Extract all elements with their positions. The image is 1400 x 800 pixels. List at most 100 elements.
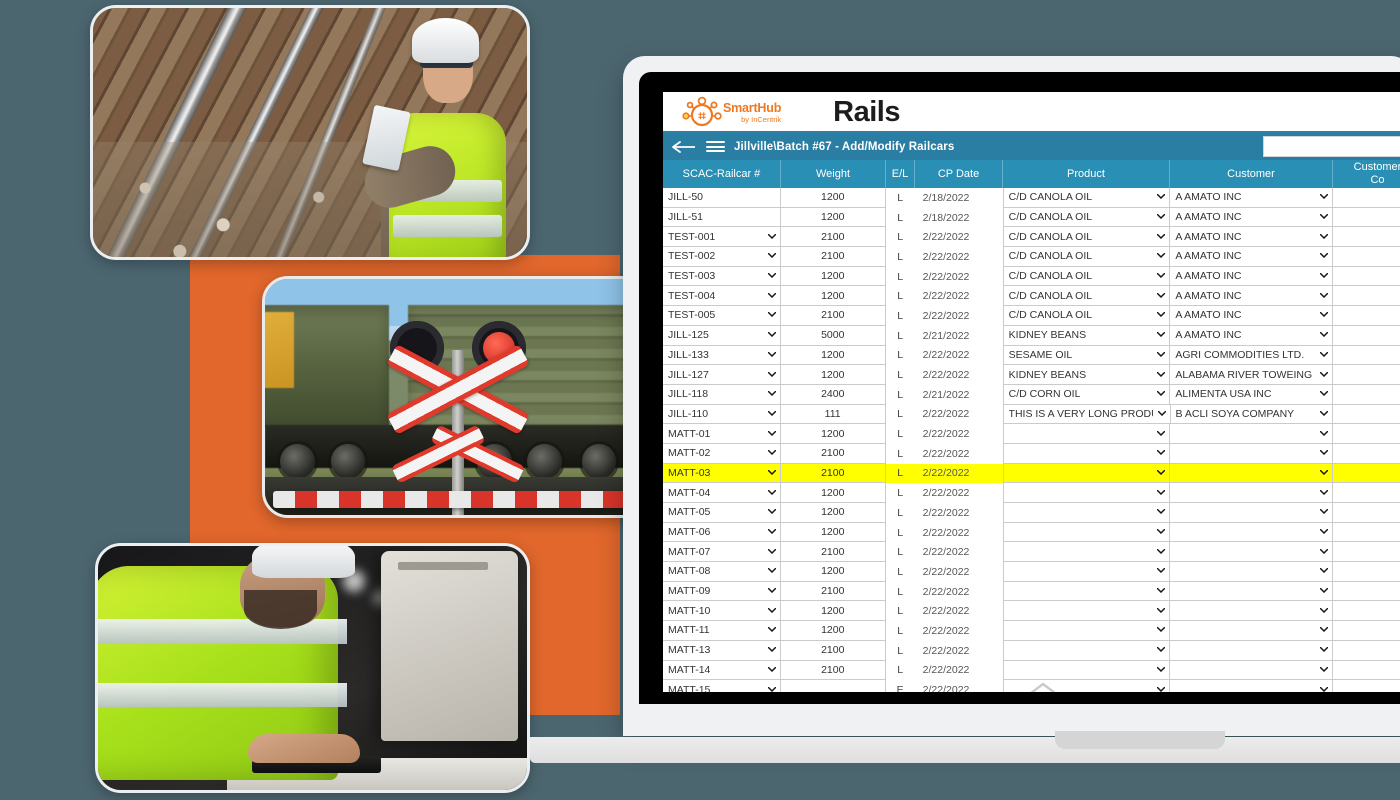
- cell-cp-date[interactable]: 2/22/2022: [915, 586, 1003, 598]
- table-row[interactable]: TEST-004 1200 L 2/22/2022 C/D CANOLA OIL A AM…: [663, 286, 1400, 307]
- cell-customer-contract[interactable]: [1333, 207, 1400, 228]
- cell-cp-date[interactable]: 2/22/2022: [914, 467, 1003, 480]
- cell-weight[interactable]: 1200: [780, 365, 886, 385]
- column-header-product[interactable]: Product: [1003, 160, 1170, 188]
- cell-weight[interactable]: 2100: [780, 443, 886, 464]
- table-row[interactable]: MATT-08 1200 L 2/22/2022: [663, 562, 1400, 582]
- cell-product[interactable]: C/D CANOLA OIL: [1003, 266, 1171, 287]
- cell-el-cpdate-group[interactable]: L 2/22/2022: [885, 404, 1004, 425]
- cell-product[interactable]: C/D CANOLA OIL: [1003, 247, 1171, 267]
- cell-el-cpdate-group[interactable]: L 2/21/2022: [885, 384, 1004, 405]
- cell-cp-date[interactable]: 2/22/2022: [915, 546, 1003, 558]
- cell-cp-date[interactable]: 2/22/2022: [915, 231, 1003, 243]
- cell-cp-date[interactable]: 2/22/2022: [915, 271, 1003, 283]
- cell-el-cpdate-group[interactable]: L 2/22/2022: [885, 227, 1004, 248]
- cell-weight[interactable]: 1200: [780, 188, 886, 208]
- cell-el[interactable]: L: [886, 212, 915, 224]
- cell-el[interactable]: L: [886, 389, 915, 401]
- cell-el[interactable]: L: [886, 310, 915, 322]
- table-row[interactable]: MATT-13 2100 L 2/22/2022: [663, 640, 1400, 661]
- cell-weight[interactable]: 5000: [780, 325, 886, 346]
- cell-el[interactable]: L: [886, 527, 915, 539]
- table-row[interactable]: MATT-11 1200 L 2/22/2022: [663, 621, 1400, 641]
- cell-customer-contract[interactable]: [1333, 266, 1400, 287]
- cell-customer-contract[interactable]: [1333, 424, 1400, 444]
- cell-el-cpdate-group[interactable]: L 2/22/2022: [885, 266, 1004, 287]
- cell-scac-railcar[interactable]: MATT-07: [663, 542, 781, 563]
- table-row[interactable]: JILL-127 1200 L 2/22/2022 KIDNEY BEANS ALABAM…: [663, 365, 1400, 385]
- cell-customer[interactable]: [1170, 660, 1334, 681]
- cell-weight[interactable]: 2100: [780, 247, 886, 267]
- cell-product[interactable]: [1003, 483, 1171, 503]
- column-header-customer-contract[interactable]: Customer Co: [1333, 160, 1400, 188]
- cell-cp-date[interactable]: 2/18/2022: [915, 192, 1003, 204]
- cell-scac-railcar[interactable]: JILL-110: [663, 404, 781, 425]
- cell-cp-date[interactable]: 2/22/2022: [915, 310, 1003, 322]
- cell-customer-contract[interactable]: [1333, 325, 1400, 346]
- table-row[interactable]: MATT-14 2100 L 2/22/2022: [663, 660, 1400, 681]
- cell-product[interactable]: [1003, 640, 1171, 661]
- cell-product[interactable]: [1003, 581, 1171, 602]
- cell-weight[interactable]: 1200: [780, 424, 886, 444]
- table-row[interactable]: MATT-02 2100 L 2/22/2022: [663, 443, 1400, 464]
- cell-el[interactable]: L: [886, 487, 915, 499]
- cell-cp-date[interactable]: 2/22/2022: [915, 684, 1003, 692]
- cell-cp-date[interactable]: 2/22/2022: [915, 428, 1003, 440]
- cell-el[interactable]: L: [886, 251, 915, 263]
- cell-el-cpdate-group[interactable]: L 2/22/2022: [885, 660, 1004, 681]
- cell-customer-contract[interactable]: [1333, 188, 1400, 208]
- cell-customer-contract[interactable]: [1333, 542, 1400, 563]
- cell-cp-date[interactable]: 2/22/2022: [915, 448, 1003, 460]
- cell-weight[interactable]: 2100: [780, 542, 886, 563]
- cell-el[interactable]: L: [886, 192, 915, 204]
- cell-product[interactable]: [1003, 601, 1171, 622]
- cell-product[interactable]: [1003, 503, 1171, 523]
- cell-customer[interactable]: A AMATO INC: [1170, 188, 1334, 208]
- cell-weight[interactable]: 1200: [780, 286, 886, 307]
- cell-el[interactable]: E: [886, 684, 915, 692]
- cell-el-cpdate-group[interactable]: L 2/22/2022: [885, 286, 1004, 307]
- cell-scac-railcar[interactable]: MATT-14: [663, 660, 781, 681]
- cell-cp-date[interactable]: 2/22/2022: [915, 507, 1003, 519]
- cell-scac-railcar[interactable]: JILL-51: [663, 207, 781, 228]
- cell-scac-railcar[interactable]: MATT-11: [663, 621, 781, 641]
- cell-product[interactable]: THIS IS A VERY LONG PRODUCT: [1003, 404, 1171, 425]
- cell-el[interactable]: L: [886, 271, 915, 283]
- cell-product[interactable]: C/D CANOLA OIL: [1003, 188, 1171, 208]
- cell-scac-railcar[interactable]: MATT-02: [663, 443, 781, 464]
- cell-el-cpdate-group[interactable]: L 2/21/2022: [885, 325, 1004, 346]
- table-row[interactable]: JILL-110 111 L 2/22/2022 THIS IS A VERY LONG…: [663, 404, 1400, 425]
- cell-product[interactable]: C/D CANOLA OIL: [1003, 306, 1171, 326]
- cell-customer-contract[interactable]: [1333, 621, 1400, 641]
- table-row[interactable]: MATT-10 1200 L 2/22/2022: [663, 601, 1400, 622]
- cell-el[interactable]: L: [886, 408, 915, 420]
- cell-el-cpdate-group[interactable]: L 2/22/2022: [885, 443, 1004, 464]
- cell-el[interactable]: L: [886, 330, 915, 342]
- cell-el-cpdate-group[interactable]: L 2/22/2022: [885, 247, 1004, 267]
- cell-customer[interactable]: [1170, 562, 1334, 582]
- cell-customer-contract[interactable]: [1333, 562, 1400, 582]
- cell-el[interactable]: L: [886, 290, 915, 302]
- cell-customer-contract[interactable]: [1333, 247, 1400, 267]
- table-row[interactable]: MATT-05 1200 L 2/22/2022: [663, 503, 1400, 523]
- table-row[interactable]: MATT-04 1200 L 2/22/2022: [663, 483, 1400, 503]
- cell-product[interactable]: KIDNEY BEANS: [1003, 325, 1171, 346]
- cell-el[interactable]: L: [886, 507, 915, 519]
- cell-customer[interactable]: [1170, 621, 1334, 641]
- cell-cp-date[interactable]: 2/22/2022: [915, 605, 1003, 617]
- cell-customer-contract[interactable]: [1333, 503, 1400, 523]
- cell-weight[interactable]: 1200: [780, 345, 886, 366]
- cell-cp-date[interactable]: 2/22/2022: [915, 527, 1003, 539]
- table-row[interactable]: JILL-125 5000 L 2/21/2022 KIDNEY BEANS A AMAT…: [663, 325, 1400, 346]
- cell-product[interactable]: C/D CANOLA OIL: [1003, 286, 1171, 307]
- table-row[interactable]: MATT-06 1200 L 2/22/2022: [663, 522, 1400, 543]
- cell-customer[interactable]: A AMATO INC: [1170, 325, 1334, 346]
- cell-customer-contract[interactable]: [1333, 365, 1400, 385]
- cell-cp-date[interactable]: 2/22/2022: [915, 664, 1003, 676]
- cell-el-cpdate-group[interactable]: L 2/22/2022: [885, 365, 1004, 385]
- cell-cp-date[interactable]: 2/22/2022: [915, 349, 1003, 361]
- cell-customer[interactable]: ALABAMA RIVER TOWEING: [1170, 365, 1334, 385]
- cell-product[interactable]: C/D CANOLA OIL: [1003, 227, 1171, 248]
- cell-customer-contract[interactable]: [1333, 345, 1400, 366]
- cell-el[interactable]: L: [886, 546, 915, 558]
